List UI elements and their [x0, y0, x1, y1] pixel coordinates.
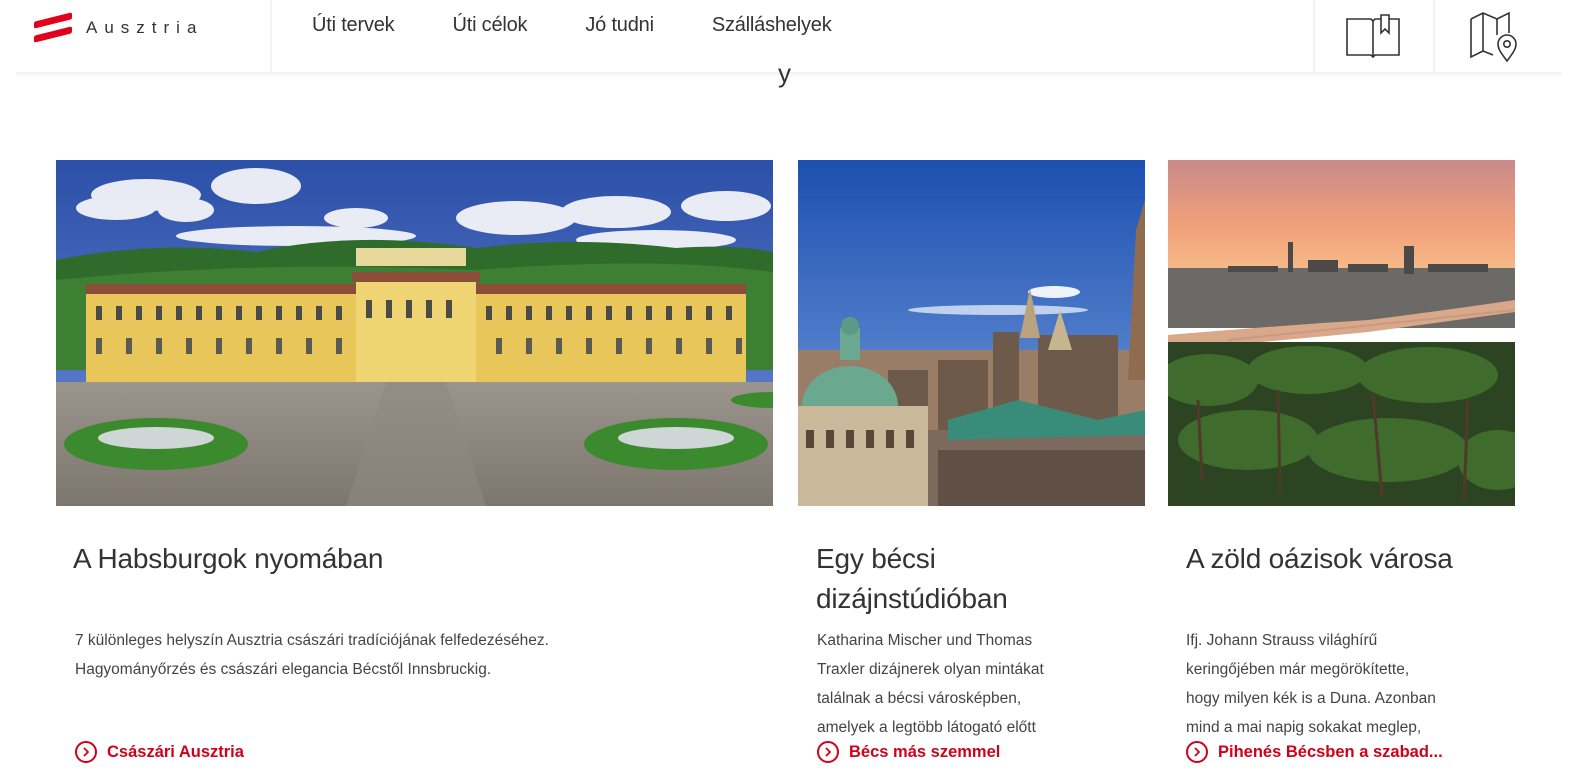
vienna-rooftops-photo[interactable] [798, 160, 1145, 506]
card-description-green-oases: Ifj. Johann Strauss világhírű keringőjéb… [1186, 626, 1526, 742]
vienna-vineyards-danube-photo[interactable] [1168, 160, 1515, 506]
card-description-line: hogy milyen kék is a Duna. Azonban [1186, 690, 1436, 707]
card-description-line: Ifj. Johann Strauss világhírű [1186, 632, 1378, 649]
card-description-line: 7 különleges helyszín Ausztria császári … [75, 632, 549, 649]
nav-item-travel-plans[interactable]: Úti tervek [312, 14, 395, 37]
card-title-line: Egy bécsi [816, 543, 936, 574]
link-label: Pihenés Bécsben a szabad... [1218, 742, 1443, 761]
main-nav: Úti tervek Úti célok Jó tudni Szálláshel… [312, 14, 890, 37]
chevron-right-circle-icon [1186, 741, 1208, 763]
card-description-line: Katharina Mischer und Thomas [817, 632, 1033, 649]
card-title-green-oases[interactable]: A zöld oázisok városa [1186, 539, 1453, 579]
guide-book-button[interactable] [1313, 0, 1431, 72]
map-pin-icon [1470, 11, 1517, 63]
schonbrunn-palace-photo[interactable] [56, 160, 773, 506]
nav-item-accommodation[interactable]: Szálláshelyek [712, 14, 832, 37]
nav-item-destinations[interactable]: Úti célok [452, 14, 527, 37]
card-description-design-studio: Katharina Mischer und Thomas Traxler diz… [817, 626, 1137, 742]
austria-flag-logo-icon [32, 10, 76, 46]
card-description-line: amelyek a legtöbb látogató előtt [817, 719, 1036, 736]
card-description-line: Hagyományőrzés és császári elegancia Béc… [75, 661, 492, 678]
card-title-line: dizájnstúdióban [816, 583, 1008, 614]
chevron-right-circle-icon [817, 741, 839, 763]
map-button[interactable] [1433, 0, 1551, 72]
link-imperial-austria[interactable]: Császári Ausztria [75, 741, 244, 763]
logo-text: Ausztria [86, 18, 204, 37]
card-description-line: keringőjében már megörökítette, [1186, 661, 1410, 678]
card-description-line: találnak a bécsi városképben, [817, 690, 1022, 707]
link-label: Bécs más szemmel [849, 742, 1001, 761]
section-heading-fragment: y [778, 58, 791, 88]
chevron-right-circle-icon [75, 741, 97, 763]
card-description-line: Traxler dizájnerek olyan mintákat [817, 661, 1044, 678]
card-title-habsburg[interactable]: A Habsburgok nyomában [73, 539, 383, 579]
card-description-habsburg: 7 különleges helyszín Ausztria császári … [75, 626, 715, 684]
link-vienna-different-eyes[interactable]: Bécs más szemmel [817, 741, 1000, 763]
link-relaxing-in-vienna[interactable]: Pihenés Bécsben a szabad... [1186, 741, 1443, 763]
nav-divider [270, 0, 272, 72]
card-description-line: mind a mai napig sokakat meglep, [1186, 719, 1422, 736]
card-title-design-studio[interactable]: Egy bécsi dizájnstúdióban [816, 539, 1008, 619]
link-label: Császári Ausztria [107, 742, 244, 761]
nav-item-good-to-know[interactable]: Jó tudni [585, 14, 654, 37]
site-logo[interactable]: Ausztria [32, 10, 203, 46]
guide-book-icon [1346, 14, 1400, 59]
